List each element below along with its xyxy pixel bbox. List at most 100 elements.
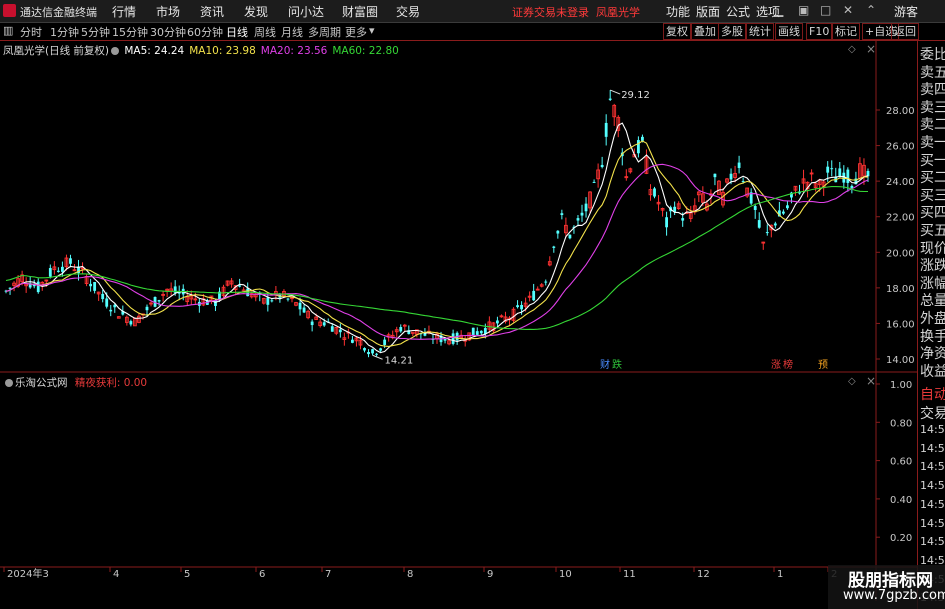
indicator-name: 乐淘公式网: [15, 377, 68, 389]
tab-period-10[interactable]: 更多: [345, 24, 367, 40]
toolbar-btn-1[interactable]: 叠加: [691, 23, 719, 40]
candle-body-22: [93, 282, 97, 291]
candle-body-58: [238, 285, 242, 287]
date-label-5: 8: [407, 569, 413, 580]
toolbar-btn-8[interactable]: 返回: [891, 23, 919, 40]
right-menu-2[interactable]: 公式: [726, 3, 750, 20]
tab-period-0[interactable]: 分时: [20, 24, 42, 40]
settings-dot-icon[interactable]: [111, 47, 120, 55]
candle-body-74: [302, 307, 306, 313]
right-menu-0[interactable]: 功能: [666, 3, 690, 20]
candle-body-194: [786, 205, 789, 209]
price-label-6: 16.00: [886, 319, 915, 330]
ma-line-3: [5, 186, 868, 330]
candle-body-131: [532, 290, 536, 301]
candle-body-164: [665, 217, 669, 228]
candle-body-31: [129, 321, 133, 325]
menu-3[interactable]: 发现: [244, 3, 268, 20]
low-marker-label: 14.21: [385, 355, 414, 366]
candle-body-1: [8, 287, 12, 289]
close-icon[interactable]: ✕: [843, 3, 853, 17]
candle-body-183: [741, 181, 745, 183]
right-menu-1[interactable]: 版面: [696, 3, 720, 20]
candle-body-182: [737, 162, 741, 168]
tab-period-6[interactable]: 日线: [226, 24, 248, 40]
candle-body-148: [600, 164, 604, 168]
menu-6[interactable]: 交易: [396, 3, 420, 20]
indicator-settings-icon[interactable]: [5, 379, 13, 387]
event-tag-1: 跌: [612, 358, 622, 371]
sidebar-time-6: 14:56: [920, 535, 945, 549]
watermark-url: www.7gpzb.com: [843, 588, 945, 603]
candle-body-209: [846, 169, 850, 183]
toolbar-btn-5[interactable]: F10: [806, 23, 833, 40]
toolbar-btn-4[interactable]: 画线: [775, 23, 803, 40]
menu-1[interactable]: 市场: [156, 3, 180, 20]
app-title: 通达信金融终端: [20, 6, 97, 19]
candle-body-140: [568, 234, 572, 239]
tab-period-1[interactable]: 1分钟: [50, 24, 79, 40]
collapse-icon[interactable]: ⌃: [866, 3, 876, 17]
login-status-text[interactable]: 证券交易未登录: [512, 6, 589, 19]
toolbar-btn-3[interactable]: 统计: [746, 23, 774, 40]
candle-body-204: [826, 166, 830, 173]
more-dropdown-icon[interactable]: ▾: [369, 24, 375, 37]
app-logo-icon: [3, 4, 16, 17]
menu-5[interactable]: 财富圈: [342, 3, 378, 20]
menu-2[interactable]: 资讯: [200, 3, 224, 20]
tab-period-5[interactable]: 60分钟: [187, 24, 223, 40]
candle-body-205: [830, 168, 834, 170]
event-tag-2: 涨: [771, 359, 781, 371]
candle-body-25: [105, 298, 109, 307]
tab-period-8[interactable]: 月线: [281, 24, 303, 40]
candle-body-134: [544, 281, 548, 283]
right-menu-3[interactable]: 选项: [756, 3, 780, 20]
sidebar-item-18: 收益: [920, 363, 945, 380]
sidebar-item-19[interactable]: 自动: [920, 384, 945, 404]
candle-body-86: [351, 339, 354, 343]
date-label-8: 11: [623, 569, 636, 580]
user-label[interactable]: 游客: [894, 3, 918, 20]
candle-body-14: [60, 266, 64, 272]
ind-label-1: 0.80: [890, 418, 912, 429]
tab-period-9[interactable]: 多周期: [308, 24, 341, 40]
toolbar-btn-0[interactable]: 复权: [663, 23, 691, 40]
login-status[interactable]: 证券交易未登录 凤凰光学: [512, 4, 640, 20]
candle-body-118: [479, 330, 483, 334]
tab-period-4[interactable]: 30分钟: [150, 24, 186, 40]
candle-body-161: [653, 188, 656, 197]
candle-body-116: [471, 327, 475, 336]
candle-body-90: [367, 352, 370, 355]
ma-item-3: MA60: 22.80: [332, 45, 399, 57]
sidebar-time-5: 14:56: [920, 516, 945, 530]
indicator-close-icon[interactable]: ×: [866, 374, 876, 388]
tab-period-7[interactable]: 周线: [254, 24, 276, 40]
menu-0[interactable]: 行情: [112, 3, 136, 20]
chart-close-icon[interactable]: ×: [866, 42, 876, 56]
candle-body-16: [69, 258, 72, 264]
chart-type-icon[interactable]: ▥: [3, 24, 13, 37]
stock-name-line: 凤凰光学(日线 前复权): [3, 45, 110, 57]
sidebar-item-20[interactable]: 交易: [920, 403, 945, 423]
menu-4[interactable]: 问小达: [288, 3, 324, 20]
candle-body-207: [838, 168, 842, 177]
price-label-2: 24.00: [886, 177, 915, 188]
toolbar-btn-2[interactable]: 多股: [718, 23, 746, 40]
maximize-icon[interactable]: □: [820, 3, 831, 17]
candle-body-143: [580, 212, 584, 216]
candle-body-91: [371, 349, 374, 354]
toolbar-btn-6[interactable]: 标记: [832, 23, 860, 40]
event-tag-3: 榜: [783, 358, 793, 371]
restore-icon[interactable]: ▣: [798, 3, 809, 17]
ma-item-2: MA20: 23.56: [260, 45, 328, 57]
indicator-diamond-icon[interactable]: ◇: [848, 376, 856, 387]
candle-body-158: [641, 136, 644, 141]
high-marker-label: 29.12: [621, 90, 650, 101]
tab-period-2[interactable]: 5分钟: [81, 24, 110, 40]
candle-body-157: [636, 140, 640, 154]
tab-period-3[interactable]: 15分钟: [112, 24, 148, 40]
kline-chart[interactable]: 28.00 26.00 24.00 22.00 20.00 18.00 16.00 14.00…: [0, 41, 917, 609]
date-label-9: 12: [697, 569, 710, 580]
candle-body-26: [109, 309, 113, 312]
diamond-icon[interactable]: ◇: [848, 44, 856, 55]
